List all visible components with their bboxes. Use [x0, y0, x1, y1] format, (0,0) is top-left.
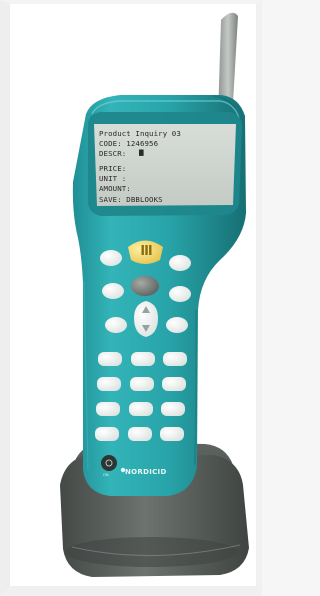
power-label: ON — [103, 473, 109, 477]
keypad-key[interactable] — [128, 427, 152, 441]
keypad-key[interactable] — [129, 402, 153, 416]
screen-line-4: PRICE: — [99, 164, 126, 173]
keypad-key[interactable] — [130, 377, 154, 391]
function-key-right-bottom[interactable] — [166, 317, 188, 333]
keypad-key[interactable] — [131, 352, 155, 366]
keypad-key[interactable] — [98, 352, 122, 366]
screen-line-1: Product Inquiry 03 — [99, 129, 181, 138]
keypad-key[interactable] — [162, 377, 186, 391]
screen-line-3: DESCR: — [99, 149, 126, 158]
scan-icon — [141, 245, 144, 255]
power-button[interactable] — [101, 455, 117, 471]
keypad-key[interactable] — [96, 402, 120, 416]
screen-line-7: SAVE: DBBLOOKS — [99, 195, 163, 204]
scan-icon-bar-2 — [149, 245, 152, 255]
screen-line-5: UNIT : — [99, 174, 126, 183]
function-key-left-top[interactable] — [100, 250, 122, 266]
function-key-left-middle[interactable] — [102, 283, 124, 299]
keypad-key[interactable] — [160, 427, 184, 441]
keypad-key[interactable] — [97, 377, 121, 391]
keypad-key[interactable] — [163, 352, 187, 366]
function-key-left-bottom[interactable] — [105, 317, 127, 333]
keypad-key[interactable] — [95, 427, 119, 441]
keypad-key[interactable] — [161, 402, 185, 416]
scan-icon-bar — [145, 245, 148, 255]
brand-dot-icon — [120, 467, 126, 473]
product-photo-frame: Product Inquiry 03 CODE: 1246956 DESCR: … — [0, 0, 262, 596]
ok-button[interactable] — [131, 276, 159, 296]
screen-line-6: AMOUNT: — [99, 184, 131, 193]
text-cursor — [139, 149, 144, 156]
handheld-scanner-photo: Product Inquiry 03 CODE: 1246956 DESCR: … — [60, 12, 249, 577]
screen-line-2: CODE: 1246956 — [99, 139, 158, 148]
function-key-right-top[interactable] — [169, 255, 191, 271]
function-key-right-middle[interactable] — [169, 286, 191, 302]
brand-logo: NORDICID — [125, 468, 167, 476]
